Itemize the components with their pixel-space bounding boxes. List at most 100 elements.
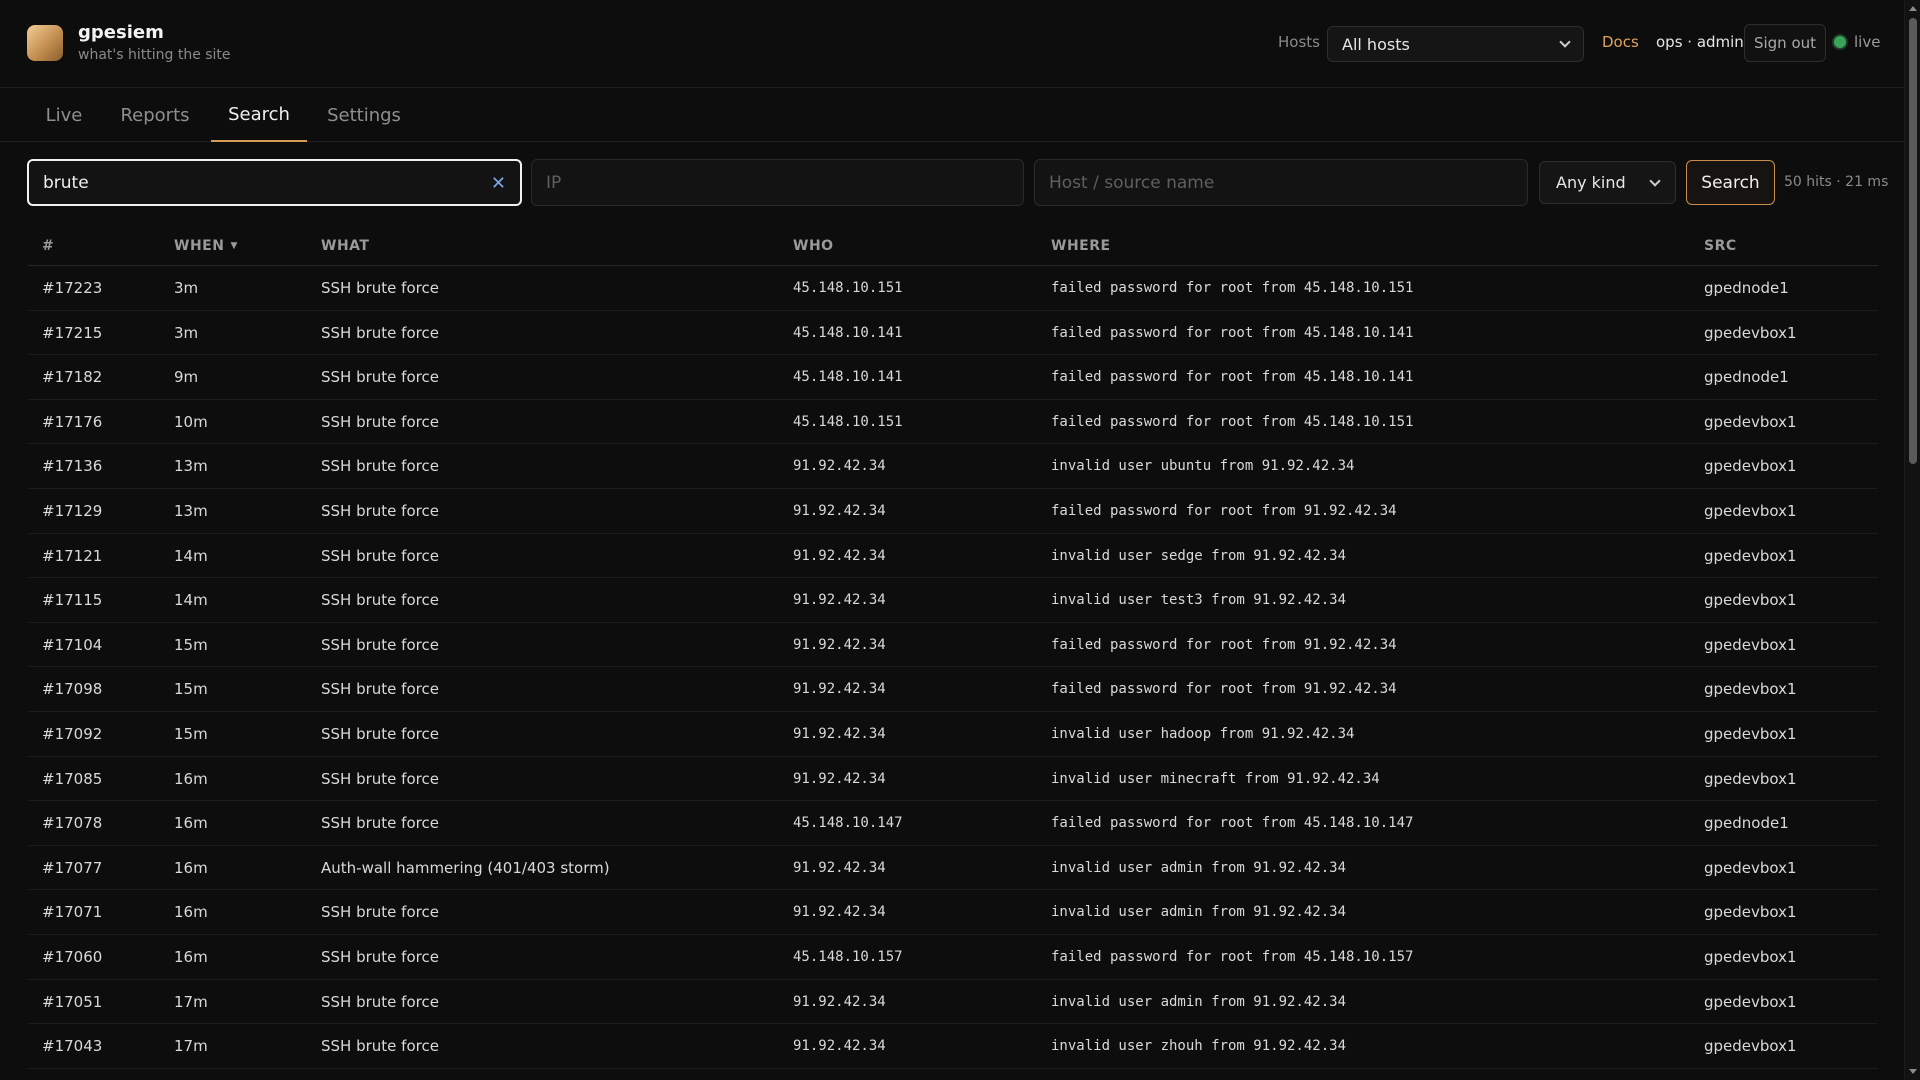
table-row[interactable]: #17098 15m SSH brute force 91.92.42.34 faile… <box>28 667 1878 712</box>
page-scrollbar[interactable] <box>1904 0 1920 1080</box>
table-row[interactable]: #17092 15m SSH brute force 91.92.42.34 inval… <box>28 712 1878 757</box>
table-row[interactable]: #17085 16m SSH brute force 91.92.42.34 inval… <box>28 757 1878 802</box>
cell-src: gpedevbox1 <box>1704 546 1797 565</box>
cell-when: 13m <box>174 457 208 476</box>
cell-id: #17078 <box>42 814 103 833</box>
top-header: gpesiem what's hitting the site Hosts Al… <box>0 0 1904 88</box>
docs-link[interactable]: Docs <box>1602 33 1639 51</box>
cell-who: 91.92.42.34 <box>793 592 886 609</box>
cell-src: gpedevbox1 <box>1704 635 1797 654</box>
host-input[interactable]: Host / source name <box>1034 159 1528 206</box>
table-row[interactable]: #17078 16m SSH brute force 45.148.10.147 fai… <box>28 801 1878 846</box>
table-body: #17223 3m SSH brute force 45.148.10.151 fail… <box>28 266 1878 1069</box>
column-header-src[interactable]: SRC <box>1704 238 1737 254</box>
ip-input-placeholder: IP <box>546 172 562 193</box>
cell-what: SSH brute force <box>321 680 439 699</box>
table-row[interactable]: #17115 14m SSH brute force 91.92.42.34 inval… <box>28 578 1878 623</box>
cell-src: gpedevbox1 <box>1704 947 1797 966</box>
cell-when: 13m <box>174 501 208 520</box>
table-row[interactable]: #17215 3m SSH brute force 45.148.10.141 fail… <box>28 311 1878 356</box>
cell-who: 45.148.10.151 <box>793 280 903 296</box>
cell-when: 16m <box>174 814 208 833</box>
cell-id: #17092 <box>42 724 103 743</box>
cell-src: gpedevbox1 <box>1704 680 1797 699</box>
column-header-who[interactable]: WHO <box>793 238 834 254</box>
query-input-value: brute <box>43 172 89 193</box>
column-header-when[interactable]: WHEN ▼ <box>174 238 238 254</box>
table-row[interactable]: #17223 3m SSH brute force 45.148.10.151 fail… <box>28 266 1878 311</box>
cell-who: 91.92.42.34 <box>793 859 886 876</box>
column-header-where[interactable]: WHERE <box>1051 238 1111 254</box>
cell-who: 91.92.42.34 <box>793 458 886 475</box>
sign-out-button[interactable]: Sign out <box>1744 24 1826 62</box>
cell-when: 16m <box>174 947 208 966</box>
cell-what: SSH brute force <box>321 814 439 833</box>
column-header-what[interactable]: WHAT <box>321 238 369 254</box>
cell-who: 45.148.10.157 <box>793 948 903 965</box>
cell-id: #17136 <box>42 457 103 476</box>
tab-settings[interactable]: Settings <box>318 88 410 142</box>
cell-src: gpedevbox1 <box>1704 591 1797 610</box>
ip-input[interactable]: IP <box>531 159 1024 206</box>
table-row[interactable]: #17176 10m SSH brute force 45.148.10.151 fai… <box>28 400 1878 445</box>
cell-when: 15m <box>174 680 208 699</box>
cell-where: invalid user admin from 91.92.42.34 <box>1051 904 1347 921</box>
scrollbar-thumb[interactable] <box>1909 18 1917 464</box>
table-row[interactable]: #17182 9m SSH brute force 45.148.10.141 fail… <box>28 355 1878 400</box>
cell-src: gpednode1 <box>1704 814 1789 833</box>
table-row[interactable]: #17051 17m SSH brute force 91.92.42.34 inval… <box>28 980 1878 1025</box>
cell-where: invalid user sedge from 91.92.42.34 <box>1051 547 1347 564</box>
table-row[interactable]: #17060 16m SSH brute force 45.148.10.157 fai… <box>28 935 1878 980</box>
cell-id: #17104 <box>42 635 103 654</box>
cell-what: SSH brute force <box>321 591 439 610</box>
cell-where: failed password for root from 45.148.10.… <box>1051 815 1414 832</box>
sort-desc-icon: ▼ <box>230 241 238 251</box>
cell-who: 91.92.42.34 <box>793 904 886 921</box>
table-row[interactable]: #17129 13m SSH brute force 91.92.42.34 faile… <box>28 489 1878 534</box>
cell-what: SSH brute force <box>321 368 439 387</box>
table-row[interactable]: #17121 14m SSH brute force 91.92.42.34 inval… <box>28 534 1878 579</box>
live-status: live <box>1834 33 1880 51</box>
cell-src: gpedevbox1 <box>1704 412 1797 431</box>
chevron-down-icon <box>1649 174 1661 187</box>
tab-search[interactable]: Search <box>211 88 307 142</box>
cell-who: 91.92.42.34 <box>793 547 886 564</box>
table-row[interactable]: #17104 15m SSH brute force 91.92.42.34 faile… <box>28 623 1878 668</box>
tab-live[interactable]: Live <box>32 88 96 142</box>
cell-id: #17215 <box>42 323 103 342</box>
cell-where: failed password for root from 91.92.42.3… <box>1051 636 1397 653</box>
cell-src: gpedevbox1 <box>1704 724 1797 743</box>
cell-what: SSH brute force <box>321 323 439 342</box>
kind-select-value: Any kind <box>1556 173 1626 192</box>
column-header-id[interactable]: # <box>42 238 54 254</box>
cell-id: #17115 <box>42 591 103 610</box>
table-row[interactable]: #17136 13m SSH brute force 91.92.42.34 inval… <box>28 444 1878 489</box>
scroll-up-icon[interactable] <box>1909 6 1917 11</box>
cell-what: SSH brute force <box>321 501 439 520</box>
cell-who: 91.92.42.34 <box>793 681 886 698</box>
close-icon[interactable]: ✕ <box>491 173 506 194</box>
table-row[interactable]: #17043 17m SSH brute force 91.92.42.34 inval… <box>28 1024 1878 1069</box>
cell-who: 91.92.42.34 <box>793 725 886 742</box>
cell-src: gpedevbox1 <box>1704 323 1797 342</box>
cell-where: invalid user ubuntu from 91.92.42.34 <box>1051 458 1355 475</box>
cell-id: #17071 <box>42 903 103 922</box>
cell-src: gpedevbox1 <box>1704 769 1797 788</box>
cell-what: SSH brute force <box>321 769 439 788</box>
table-row[interactable]: #17077 16m Auth-wall hammering (401/403 st… <box>28 846 1878 891</box>
tab-reports[interactable]: Reports <box>112 88 198 142</box>
scroll-down-icon[interactable] <box>1909 1069 1917 1074</box>
hosts-select[interactable]: All hosts <box>1327 26 1584 62</box>
live-dot-icon <box>1834 36 1846 48</box>
table-header: # WHEN ▼ WHAT WHO WHERE SRC <box>28 226 1878 266</box>
cell-where: invalid user hadoop from 91.92.42.34 <box>1051 725 1355 742</box>
results-table: # WHEN ▼ WHAT WHO WHERE SRC #17223 3m SSH b… <box>28 226 1878 1069</box>
cell-what: SSH brute force <box>321 279 439 297</box>
cell-src: gpedevbox1 <box>1704 903 1797 922</box>
table-row[interactable]: #17071 16m SSH brute force 91.92.42.34 inval… <box>28 890 1878 935</box>
search-button[interactable]: Search <box>1686 160 1775 205</box>
cell-where: invalid user admin from 91.92.42.34 <box>1051 859 1347 876</box>
cell-id: #17129 <box>42 501 103 520</box>
query-input[interactable]: brute ✕ <box>27 159 522 206</box>
kind-select[interactable]: Any kind <box>1539 161 1676 204</box>
